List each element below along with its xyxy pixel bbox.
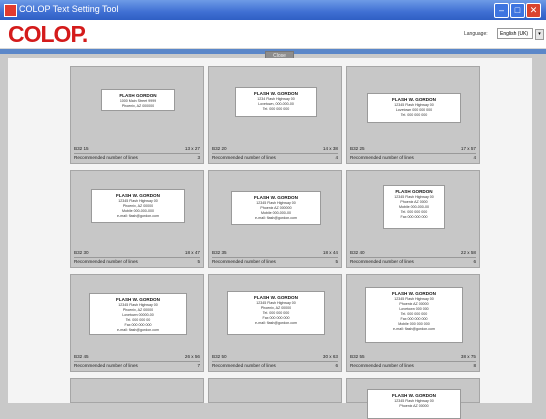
stamp-code: B32 30 [74, 250, 89, 255]
tile-meta-row: B32 55 38 x 75 [350, 353, 476, 360]
stamp-tile[interactable]: FLASH W. GORDON 12345 Flash Highway 00 Pho… [208, 170, 342, 268]
stamp-size: 18 x 44 [322, 250, 338, 255]
tile-lines-row: Recommended number of lines 6 [212, 361, 338, 369]
stamp-code: B32 35 [212, 250, 227, 255]
tile-lines-row: Recommended number of lines 4 [212, 153, 338, 161]
recommended-lines-count: 8 [473, 363, 476, 368]
tile-meta-row: B32 35 18 x 44 [212, 249, 338, 256]
stamp-tile[interactable]: FLASH W. GORDON 12345 Flash Highway 00 Lov… [346, 66, 480, 164]
tile-meta-row: B32 45 26 x 56 [74, 353, 200, 360]
app-icon [4, 4, 17, 17]
stamp-preview: FLASH W. GORDON 12345 Flash Highway 00 Pho… [89, 293, 187, 335]
tile-meta-row: B32 25 17 x 57 [350, 145, 476, 152]
stamp-tile[interactable] [70, 378, 204, 403]
stamp-tile[interactable] [208, 378, 342, 403]
close-button[interactable]: ✕ [526, 3, 541, 18]
recommended-lines-label: Recommended number of lines [350, 259, 414, 264]
recommended-lines-count: 3 [197, 155, 200, 160]
recommended-lines-label: Recommended number of lines [212, 363, 276, 368]
stamp-tile[interactable]: FLASH W. GORDON 12345 Flash Highway 00 Pho… [70, 170, 204, 268]
stamp-preview-line: Tel. 000 000 000 [400, 113, 428, 117]
recommended-lines-count: 4 [335, 155, 338, 160]
stamp-size: 18 x 47 [184, 250, 200, 255]
recommended-lines-count: 5 [197, 259, 200, 264]
stamp-tile[interactable]: FLASH W. GORDON 12345 Flash Highway 00 Pho… [346, 274, 480, 372]
stamp-code: B32 40 [350, 250, 365, 255]
stamp-preview-line: e-mail: flash@gordon.com [117, 214, 159, 218]
recommended-lines-count: 4 [473, 155, 476, 160]
stamp-preview-line: Phoenix AZ 00000 [399, 404, 429, 408]
stamp-size: 13 x 27 [184, 146, 200, 151]
tile-meta-row: B32 50 30 x 63 [212, 353, 338, 360]
stamp-size: 22 x 58 [460, 250, 476, 255]
stamp-code: B32 45 [74, 354, 89, 359]
language-select[interactable]: English (UK) [497, 28, 533, 39]
tile-lines-row: Recommended number of lines 6 [350, 257, 476, 265]
stamp-preview-line: Tel. 000 000 000 [262, 107, 290, 111]
stamp-tile[interactable]: FLASH W. GORDON 12345 Flash Highway 00 Pho… [208, 274, 342, 372]
tile-lines-row: Recommended number of lines 4 [350, 153, 476, 161]
stamp-preview-line: e-mail: flash@gordon.com [255, 216, 297, 220]
tile-meta-row: B32 30 18 x 47 [74, 249, 200, 256]
tile-lines-row: Recommended number of lines 8 [350, 361, 476, 369]
recommended-lines-count: 6 [335, 363, 338, 368]
stamp-preview: FLASH GORDON 1000 Main Street 9999 Phoenix… [101, 89, 175, 111]
tile-lines-row: Recommended number of lines 5 [212, 257, 338, 265]
minimize-button[interactable]: – [494, 3, 509, 18]
tile-lines-row: Recommended number of lines 5 [74, 257, 200, 265]
stamp-code: B32 55 [350, 354, 365, 359]
stamp-size: 26 x 56 [184, 354, 200, 359]
recommended-lines-label: Recommended number of lines [74, 259, 138, 264]
stamp-preview: FLASH W. GORDON 12345 Flash Highway 00 Pho… [227, 291, 325, 335]
stamp-size: 38 x 75 [460, 354, 476, 359]
recommended-lines-label: Recommended number of lines [350, 155, 414, 160]
recommended-lines-label: Recommended number of lines [74, 363, 138, 368]
chevron-down-icon[interactable]: ▾ [535, 29, 544, 40]
stamp-code: B32 25 [350, 146, 365, 151]
stamp-code: B32 15 [74, 146, 89, 151]
stamp-tile[interactable]: FLASH GORDON 12345 Flash Highway 00 Phoeni… [346, 170, 480, 268]
tile-lines-row: Recommended number of lines 3 [74, 153, 200, 161]
stamp-tile[interactable]: FLASH W. GORDON 12345 Flash Highway 00 Pho… [346, 378, 480, 419]
recommended-lines-label: Recommended number of lines [350, 363, 414, 368]
stamp-preview: FLASH W. GORDON 12345 Flash Highway 00 Pho… [231, 191, 321, 225]
stamp-code: B32 20 [212, 146, 227, 151]
stamp-tile[interactable]: FLASH GORDON 1000 Main Street 9999 Phoenix… [70, 66, 204, 164]
stamp-preview-line: Phoenix, AZ 000000 [121, 104, 155, 108]
stamp-tile[interactable]: FLASH W. GORDON 12345 Flash Highway 00 Pho… [70, 274, 204, 372]
tile-meta-row: B32 15 13 x 27 [74, 145, 200, 152]
recommended-lines-count: 5 [335, 259, 338, 264]
recommended-lines-label: Recommended number of lines [74, 155, 138, 160]
stamp-preview: FLASH W. GORDON 1234 Flash Highway 00 Love… [235, 87, 317, 117]
window-titlebar: COLOP Text Setting Tool – □ ✕ [0, 0, 546, 20]
stamp-code: B32 50 [212, 354, 227, 359]
stamp-tile[interactable]: FLASH W. GORDON 1234 Flash Highway 00 Love… [208, 66, 342, 164]
stamp-preview-line: e-mail: flash@gordon.com [255, 321, 297, 325]
recommended-lines-label: Recommended number of lines [212, 155, 276, 160]
stamp-preview: FLASH W. GORDON 12345 Flash Highway 00 Pho… [365, 287, 463, 343]
stamp-preview: FLASH W. GORDON 12345 Flash Highway 00 Lov… [367, 93, 461, 123]
recommended-lines-count: 6 [473, 259, 476, 264]
stamp-grid: FLASH GORDON 1000 Main Street 9999 Phoenix… [70, 66, 512, 419]
stamp-preview-line: e-mail: flash@gordon.com [393, 327, 435, 331]
language-label: Language: [464, 31, 488, 37]
colop-logo: COLOP. [8, 21, 88, 47]
recommended-lines-label: Recommended number of lines [212, 259, 276, 264]
stamp-size: 17 x 57 [460, 146, 476, 151]
stamp-preview: FLASH GORDON 12345 Flash Highway 00 Phoeni… [383, 185, 445, 229]
tile-meta-row: B32 40 22 x 58 [350, 249, 476, 256]
window-title: COLOP Text Setting Tool [19, 4, 119, 14]
stamp-preview-line: e-mail: flash@gordon.com [117, 328, 159, 332]
stamp-preview: FLASH W. GORDON 12345 Flash Highway 00 Pho… [91, 189, 185, 223]
recommended-lines-count: 7 [197, 363, 200, 368]
stamp-preview: FLASH W. GORDON 12345 Flash Highway 00 Pho… [367, 389, 461, 419]
stamp-size: 30 x 63 [322, 354, 338, 359]
app-header: COLOP. Language: English (UK) ▾ [0, 20, 546, 49]
stamp-preview-line: Fax 000 000 000 [400, 215, 428, 219]
tile-meta-row: B32 20 14 x 38 [212, 145, 338, 152]
stamp-size: 14 x 38 [322, 146, 338, 151]
maximize-button[interactable]: □ [510, 3, 525, 18]
tile-lines-row: Recommended number of lines 7 [74, 361, 200, 369]
